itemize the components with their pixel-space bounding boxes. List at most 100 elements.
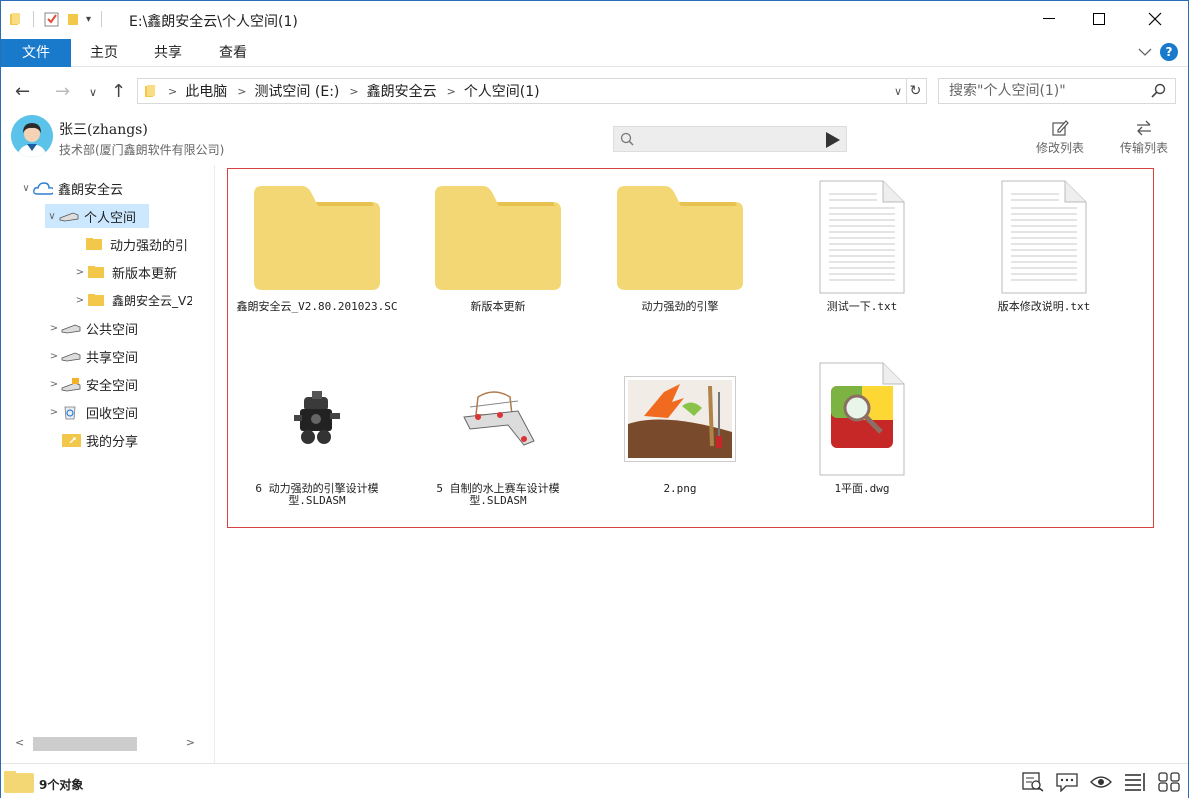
search-play-bar[interactable] xyxy=(613,126,847,152)
tab-view[interactable]: 查看 xyxy=(208,39,258,67)
tree-item-folder-update[interactable]: > 新版本更新 xyxy=(73,260,177,284)
tree-item-my-share[interactable]: 我的分享 xyxy=(61,428,138,452)
file-item[interactable]: 6 动力强劲的引擎设计模型.SLDASM xyxy=(228,359,406,507)
scrollbar-thumb[interactable] xyxy=(33,737,137,751)
up-arrow-icon[interactable]: ↑ xyxy=(111,81,126,102)
comment-icon xyxy=(1056,773,1078,792)
file-item[interactable]: 1平面.dwg xyxy=(773,359,951,495)
chevron-right-icon: > xyxy=(446,84,456,98)
minimize-button[interactable] xyxy=(1026,1,1072,37)
cad-boat-icon xyxy=(463,391,535,446)
chevron-down-icon[interactable]: ∨ xyxy=(894,85,902,98)
chevron-right-icon[interactable]: > xyxy=(47,379,61,390)
chevron-down-icon[interactable]: ∨ xyxy=(19,183,33,194)
avatar[interactable] xyxy=(11,115,53,157)
tree-item-public-space[interactable]: > 公共空间 xyxy=(47,316,138,340)
modify-list-button[interactable]: 修改列表 xyxy=(1031,117,1089,156)
view-button[interactable] xyxy=(1088,770,1114,794)
search-icon xyxy=(620,132,634,146)
back-arrow-icon[interactable]: ← xyxy=(15,81,30,102)
tree-item-secure-space[interactable]: > 安全空间 xyxy=(47,372,138,396)
file-name: 测试一下.txt xyxy=(826,300,898,313)
cad-engine-icon xyxy=(294,391,340,444)
tree-item-personal-space[interactable]: ∨ 个人空间 xyxy=(45,204,149,228)
grid-view-icon xyxy=(1158,772,1180,792)
ribbon-tabs: 文件 主页 共享 查看 ? xyxy=(1,39,1188,67)
scroll-left-icon[interactable]: < xyxy=(15,736,24,749)
drive-icon xyxy=(59,208,79,224)
tree-item-folder-engine[interactable]: 动力强劲的引擎 xyxy=(85,232,188,256)
chevron-right-icon[interactable]: > xyxy=(47,407,61,418)
user-avatar-icon xyxy=(11,115,53,157)
properties-icon[interactable] xyxy=(44,11,60,27)
user-name: 张三(zhangs) xyxy=(59,122,148,138)
breadcrumb-drive[interactable]: 测试空间 (E:) xyxy=(254,81,339,101)
chevron-right-icon[interactable]: > xyxy=(73,267,87,278)
preview-button[interactable] xyxy=(1020,770,1046,794)
transfer-list-label: 传输列表 xyxy=(1119,141,1168,155)
chevron-right-icon[interactable]: > xyxy=(47,323,61,334)
chevron-right-icon: > xyxy=(237,84,247,98)
scroll-right-icon[interactable]: > xyxy=(186,736,195,749)
tree-label: 共享空间 xyxy=(86,350,139,366)
maximize-button[interactable] xyxy=(1076,1,1122,37)
edit-icon xyxy=(1052,120,1069,136)
tab-file[interactable]: 文件 xyxy=(1,39,71,67)
file-name: 6 动力强劲的引擎设计模型.SLDASM xyxy=(255,482,379,507)
tree-label: 鑫朗安全云_V2 xyxy=(112,293,192,308)
status-bar: 9个对象 xyxy=(1,763,1188,798)
preview-icon xyxy=(1022,772,1044,792)
item-count: 9个对象 xyxy=(39,778,84,792)
play-icon[interactable] xyxy=(826,132,840,148)
new-folder-icon[interactable] xyxy=(66,12,80,26)
refresh-button[interactable]: ↻ xyxy=(905,78,927,104)
file-item[interactable]: 鑫朗安全云_V2.80.201023.SC xyxy=(228,177,406,313)
secure-drive-icon xyxy=(61,376,81,392)
sidebar-scrollbar[interactable]: < > xyxy=(13,733,203,755)
tree-item-cloud[interactable]: ∨ 鑫朗安全云 xyxy=(19,176,123,200)
chevron-right-icon[interactable]: > xyxy=(47,351,61,362)
quick-access-dropdown-icon[interactable]: ▾ xyxy=(86,14,91,25)
chevron-right-icon: > xyxy=(349,84,359,98)
help-icon[interactable]: ? xyxy=(1160,43,1178,61)
large-icons-view-button[interactable] xyxy=(1156,770,1182,794)
folder-icon xyxy=(85,236,105,252)
close-button[interactable] xyxy=(1132,1,1178,37)
tree-label: 我的分享 xyxy=(86,434,139,450)
breadcrumb-this-pc[interactable]: 此电脑 xyxy=(185,81,227,101)
recent-locations-icon[interactable]: ∨ xyxy=(89,86,97,99)
file-name: 2.png xyxy=(663,482,697,495)
breadcrumb-current[interactable]: 个人空间(1) xyxy=(464,81,540,101)
file-item[interactable]: 动力强劲的引擎 xyxy=(591,177,769,313)
explorer-window: ▾ E:\鑫朗安全云\个人空间(1) 文件 主页 共享 查看 ? ← → ∨ ↑… xyxy=(0,0,1189,798)
file-name: 5 自制的水上赛车设计模型.SLDASM xyxy=(436,482,560,507)
file-name: 版本修改说明.txt xyxy=(997,300,1091,313)
search-input[interactable]: 搜索"个人空间(1)" xyxy=(938,78,1176,104)
address-field[interactable]: > 此电脑 > 测试空间 (E:) > 鑫朗安全云 > 个人空间(1) ∨ xyxy=(137,78,907,104)
tree-item-shared-space[interactable]: > 共享空间 xyxy=(47,344,138,368)
chevron-right-icon[interactable]: > xyxy=(73,295,87,306)
file-item[interactable]: 测试一下.txt xyxy=(773,177,951,313)
details-view-button[interactable] xyxy=(1122,770,1148,794)
chevron-down-icon[interactable]: ∨ xyxy=(45,211,59,222)
tab-share[interactable]: 共享 xyxy=(143,39,193,67)
transfer-list-button[interactable]: 传输列表 xyxy=(1115,117,1173,156)
transfer-icon xyxy=(1137,120,1151,136)
file-item[interactable]: 版本修改说明.txt xyxy=(955,177,1133,313)
tree-item-recycle-space[interactable]: > 回收空间 xyxy=(47,400,138,424)
text-file-icon xyxy=(819,180,905,294)
breadcrumb-cloud[interactable]: 鑫朗安全云 xyxy=(367,81,437,101)
search-icon[interactable] xyxy=(1151,83,1167,99)
comment-button[interactable] xyxy=(1054,770,1080,794)
tab-home[interactable]: 主页 xyxy=(79,39,129,67)
file-item[interactable]: 新版本更新 xyxy=(409,177,587,313)
file-item[interactable]: 5 自制的水上赛车设计模型.SLDASM xyxy=(409,359,587,507)
eye-icon xyxy=(1090,776,1112,788)
text-file-icon xyxy=(1001,180,1087,294)
expand-ribbon-icon[interactable] xyxy=(1138,47,1152,57)
file-item[interactable]: 2.png xyxy=(591,359,769,495)
file-name: 1平面.dwg xyxy=(834,482,890,495)
tree-item-folder-v2[interactable]: > 鑫朗安全云_V2 xyxy=(73,288,192,312)
folder-icon xyxy=(87,264,107,280)
forward-arrow-icon[interactable]: → xyxy=(55,81,70,102)
